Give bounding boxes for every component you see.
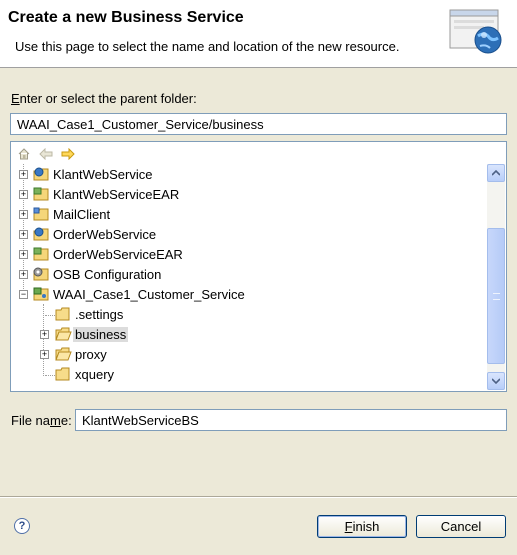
osb-config-icon [33,267,49,281]
tree-item-orderwebservice[interactable]: + OrderWebService [11,225,481,245]
back-arrow-icon[interactable] [37,145,55,163]
tree-item-label: OrderWebService [53,227,157,242]
scroll-down-button[interactable] [487,372,505,390]
expand-icon[interactable]: + [19,170,28,179]
file-name-label: File name: [11,413,72,428]
collapse-icon[interactable]: − [19,290,28,299]
tree-item-label: proxy [75,347,107,362]
tree-item-label: business [73,327,129,342]
expand-icon[interactable]: + [19,210,28,219]
tree-item-label: WAAI_Case1_Customer_Service [53,287,245,302]
finish-button[interactable]: Finish [317,515,407,538]
tree-list: + KlantWebService + KlantWebServiceEAR +… [11,164,485,391]
open-folder-icon [55,327,72,341]
page-description: Use this page to select the name and loc… [15,39,400,54]
wizard-header: Create a new Business Service Use this p… [0,0,517,68]
ear-project-icon [33,187,49,201]
tree-item-orderwebserviceear[interactable]: + OrderWebServiceEAR [11,245,481,265]
ear-project-icon [33,247,49,261]
tree-item-klantwebservice[interactable]: + KlantWebService [11,165,481,185]
tree-item-label: .settings [75,307,124,322]
open-folder-icon [55,347,72,361]
tree-item-osb-configuration[interactable]: + OSB Configuration [11,265,481,285]
page-title: Create a new Business Service [8,9,244,26]
web-project-icon [33,167,49,181]
chevron-up-icon [492,170,500,176]
chevron-down-icon [492,378,500,384]
folder-tree[interactable]: + KlantWebService + KlantWebServiceEAR +… [10,141,507,392]
expand-icon[interactable]: + [19,250,28,259]
tree-item-mailclient[interactable]: + MailClient [11,205,481,225]
expand-icon[interactable]: + [19,230,28,239]
scroll-up-button[interactable] [487,164,505,182]
tree-item-label: xquery [75,367,115,382]
tree-item-settings[interactable]: .settings [11,305,481,325]
web-project-icon [33,227,49,241]
expand-icon[interactable]: + [19,190,28,199]
folder-icon [55,307,70,321]
tree-item-label: KlantWebService [53,167,153,182]
tree-item-klantwebserviceear[interactable]: + KlantWebServiceEAR [11,185,481,205]
home-icon[interactable] [15,145,33,163]
parent-folder-input[interactable] [10,113,507,135]
expand-icon[interactable]: + [40,330,49,339]
folder-icon [55,367,70,381]
forward-arrow-icon[interactable] [59,145,77,163]
tree-item-label: KlantWebServiceEAR [53,187,180,202]
tree-toolbar [15,145,77,163]
tree-item-proxy[interactable]: + proxy [11,345,481,365]
osb-project-icon [33,287,49,301]
tree-scrollbar[interactable] [487,164,505,390]
tree-item-label: OSB Configuration [53,267,162,282]
tree-item-label: MailClient [53,207,111,222]
help-icon[interactable]: ? [14,518,30,534]
parent-folder-label: Enter or select the parent folder: [11,91,197,106]
grip-icon [493,293,500,300]
project-folder-icon [33,207,49,221]
tree-item-label: OrderWebServiceEAR [53,247,183,262]
tree-item-waai-case1-customer-service[interactable]: − WAAI_Case1_Customer_Service [11,285,481,305]
expand-icon[interactable]: + [19,270,28,279]
file-name-input[interactable] [75,409,507,431]
scroll-thumb[interactable] [487,228,505,364]
wizard-banner-icon [448,6,508,62]
tree-item-xquery[interactable]: xquery [11,365,481,385]
expand-icon[interactable]: + [40,350,49,359]
tree-item-business[interactable]: + business [11,325,481,345]
button-bar-separator [0,496,517,498]
cancel-button[interactable]: Cancel [416,515,506,538]
